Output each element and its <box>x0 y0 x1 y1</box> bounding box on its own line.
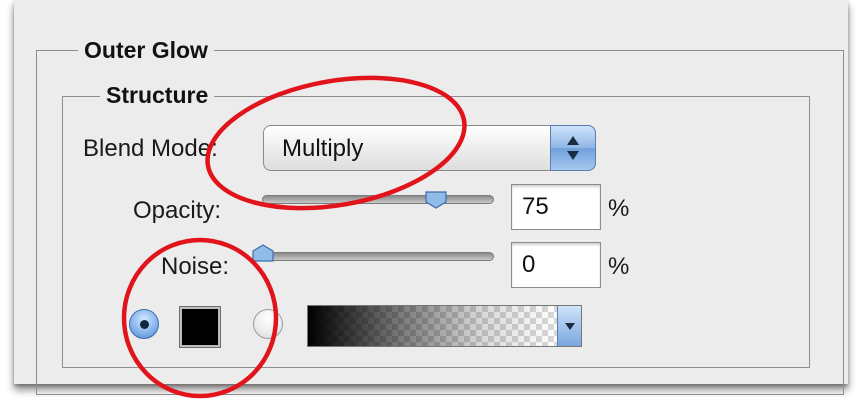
noise-field[interactable]: 0 <box>511 242 601 288</box>
gradient-preview <box>308 306 557 346</box>
chevron-down-icon[interactable] <box>557 306 581 346</box>
gradient-radio-button[interactable] <box>253 309 283 339</box>
outer-glow-title: Outer Glow <box>78 36 214 64</box>
opacity-slider-thumb[interactable] <box>425 191 447 209</box>
color-radio-button[interactable] <box>129 309 159 339</box>
noise-slider[interactable] <box>262 252 494 261</box>
up-down-arrows-icon[interactable] <box>550 125 596 171</box>
opacity-field[interactable]: 75 <box>511 184 601 230</box>
radio-selected-dot <box>140 320 149 329</box>
noise-unit: % <box>608 253 630 280</box>
opacity-slider[interactable] <box>262 195 494 204</box>
noise-label: Noise: <box>161 253 230 280</box>
blend-mode-dropdown[interactable]: Multiply <box>263 125 596 171</box>
noise-slider-thumb[interactable] <box>252 244 274 262</box>
opacity-label: Opacity: <box>133 197 222 224</box>
structure-title: Structure <box>100 81 215 109</box>
opacity-unit: % <box>608 195 630 222</box>
glow-color-swatch[interactable] <box>180 307 220 347</box>
blend-mode-label: Blend Mode: <box>83 135 218 162</box>
gradient-picker[interactable] <box>307 305 582 347</box>
blend-mode-value: Multiply <box>282 135 364 162</box>
